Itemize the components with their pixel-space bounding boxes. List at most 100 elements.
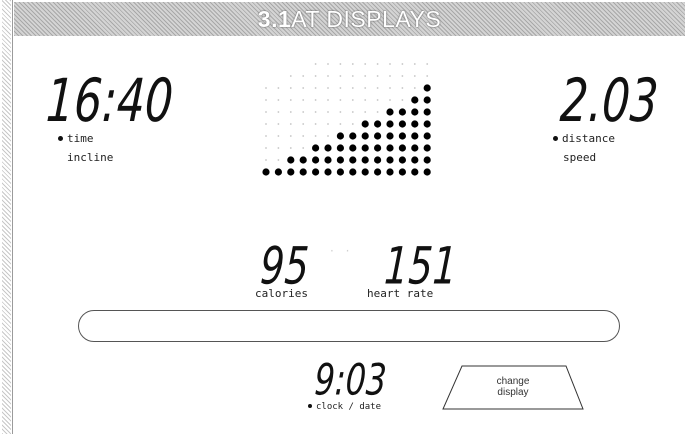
- lit-profile-dot: [374, 120, 382, 128]
- heart-rate-label: heart rate: [367, 287, 434, 300]
- unlit-profile-dot: [265, 123, 267, 125]
- lit-profile-dot: [374, 132, 382, 140]
- lit-profile-dot: [374, 168, 382, 176]
- lit-profile-dot: [386, 156, 394, 164]
- unlit-profile-dot: [327, 75, 329, 77]
- lit-profile-dot: [361, 156, 369, 164]
- calories-label: calories: [255, 287, 308, 300]
- lit-profile-dot: [299, 168, 307, 176]
- unlit-profile-dot: [277, 135, 280, 137]
- unlit-profile-dot: [351, 123, 354, 125]
- lit-profile-dot: [411, 96, 419, 104]
- lit-profile-dot: [386, 144, 394, 152]
- unlit-profile-dot: [302, 135, 305, 137]
- unlit-profile-dot: [314, 87, 317, 89]
- unlit-profile-dot: [426, 75, 429, 77]
- lit-profile-dot: [386, 168, 394, 176]
- section-title-text: AT DISPLAYS: [291, 5, 442, 32]
- lit-profile-dot: [287, 168, 295, 176]
- unlit-profile-dot: [277, 123, 280, 125]
- unlit-profile-dot: [277, 99, 280, 101]
- unlit-profile-dot: [339, 75, 342, 77]
- unlit-profile-dot: [389, 87, 391, 89]
- lit-profile-dot: [398, 132, 406, 140]
- unlit-profile-dot: [302, 123, 305, 125]
- unlit-profile-dot: [289, 99, 292, 101]
- lit-profile-dot: [411, 156, 419, 164]
- unlit-profile-dot: [327, 99, 329, 101]
- lit-profile-dot: [411, 144, 419, 152]
- page-margin-rule: [12, 0, 13, 434]
- unlit-profile-dot: [339, 111, 342, 113]
- unlit-profile-dot: [289, 147, 292, 149]
- page-margin-hatch: [2, 0, 11, 434]
- lit-profile-dot: [398, 108, 406, 116]
- lit-profile-dot: [349, 156, 357, 164]
- lit-profile-dot: [349, 168, 357, 176]
- unlit-profile-dot: [277, 87, 280, 89]
- lit-profile-dot: [423, 96, 431, 104]
- unlit-profile-dot: [351, 63, 354, 65]
- unlit-profile-dot: [327, 87, 329, 89]
- unlit-profile-dot: [401, 75, 404, 77]
- lit-profile-dot: [423, 168, 431, 176]
- unlit-profile-dot: [426, 63, 429, 65]
- unlit-profile-dot: [364, 111, 367, 113]
- lit-profile-dot: [336, 156, 344, 164]
- lit-profile-dot: [423, 108, 431, 116]
- unlit-profile-dot: [339, 123, 342, 125]
- unlit-profile-dot: [339, 99, 342, 101]
- unlit-profile-dot: [289, 75, 292, 77]
- unlit-profile-dot: [401, 63, 404, 65]
- time-label-text: time: [67, 132, 94, 145]
- lit-profile-dot: [361, 144, 369, 152]
- unlit-profile-dot: [364, 99, 367, 101]
- lit-profile-dot: [349, 144, 357, 152]
- lit-profile-dot: [361, 120, 369, 128]
- unlit-profile-dot: [277, 159, 280, 161]
- track-indicator: [78, 310, 620, 342]
- unlit-profile-dot: [314, 99, 317, 101]
- lit-profile-dot: [324, 156, 332, 164]
- unlit-profile-dot: [302, 147, 305, 149]
- lit-profile-dot: [349, 132, 357, 140]
- unlit-profile-dot: [265, 159, 267, 161]
- lit-profile-dot: [423, 144, 431, 152]
- lit-profile-dot: [336, 144, 344, 152]
- lit-profile-dot: [398, 144, 406, 152]
- lit-profile-dot: [336, 132, 344, 140]
- unlit-profile-dot: [302, 99, 305, 101]
- clock-display: 9:03: [313, 354, 388, 406]
- clock-label: clock / date: [308, 402, 381, 412]
- lit-profile-dot: [386, 132, 394, 140]
- active-indicator-dot: [58, 136, 63, 141]
- lit-profile-dot: [386, 108, 394, 116]
- lit-profile-dot: [423, 120, 431, 128]
- unlit-profile-dot: [327, 111, 329, 113]
- lit-profile-dot: [336, 168, 344, 176]
- active-indicator-dot: [553, 136, 558, 141]
- unlit-profile-dot: [389, 75, 391, 77]
- lit-profile-dot: [274, 168, 282, 176]
- lit-profile-dot: [312, 156, 320, 164]
- unlit-profile-dot: [376, 111, 379, 113]
- unlit-profile-dot: [277, 147, 280, 149]
- lit-profile-dot: [411, 132, 419, 140]
- lit-profile-dot: [398, 120, 406, 128]
- time-display: 16:40: [44, 67, 175, 136]
- lit-profile-dot: [423, 84, 431, 92]
- lit-profile-dot: [312, 168, 320, 176]
- unlit-profile-dot: [327, 63, 329, 65]
- lit-profile-dot: [423, 156, 431, 164]
- lit-profile-dot: [324, 144, 332, 152]
- unlit-profile-dot: [302, 87, 305, 89]
- section-number: 3.1: [257, 5, 292, 32]
- section-header: 3.1AT DISPLAYS: [14, 2, 685, 36]
- unlit-profile-dot: [289, 87, 292, 89]
- lit-profile-dot: [361, 132, 369, 140]
- unlit-profile-dot: [302, 111, 305, 113]
- unlit-profile-dot: [376, 87, 379, 89]
- button-line-2: display: [497, 387, 529, 398]
- change-display-button[interactable]: change display: [440, 364, 586, 412]
- unlit-profile-dot: [327, 123, 329, 125]
